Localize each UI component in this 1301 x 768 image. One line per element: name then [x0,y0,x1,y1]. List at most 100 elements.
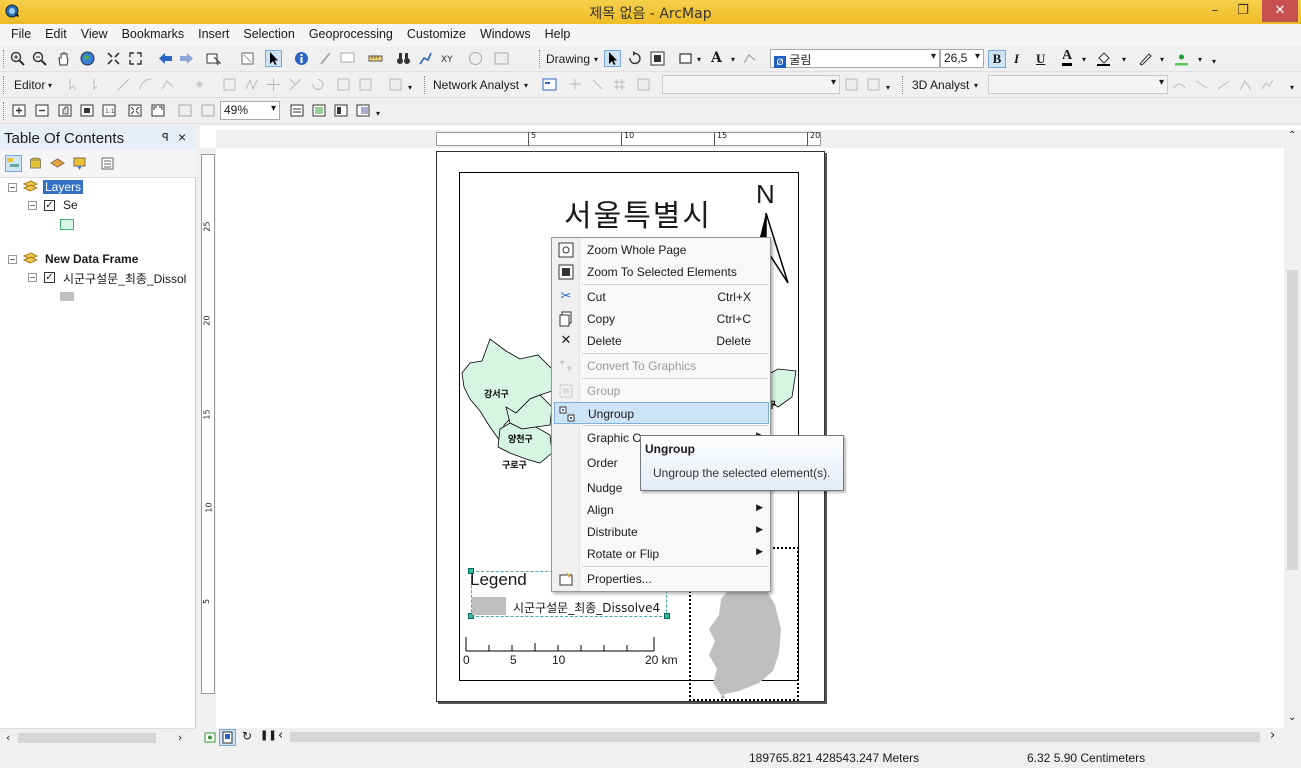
zoom-100-percent-icon[interactable]: 1:1 [102,103,117,118]
layer-symbol-swatch[interactable] [60,219,74,230]
toolbar-grip[interactable] [539,50,542,68]
rotate-icon[interactable] [627,51,642,66]
collapse-new-data-frame-icon[interactable]: − [8,255,17,264]
build-network-icon[interactable] [844,77,859,92]
profile-graph-icon[interactable] [1260,77,1275,92]
cut-polygons-icon[interactable] [266,77,281,92]
map-title-text[interactable]: 서울특별시 [564,191,712,235]
network-layer-select[interactable]: ▾ [662,75,840,94]
layer-symbol-swatch[interactable] [60,292,74,301]
endpoint-arc-icon[interactable] [138,77,153,92]
list-by-source-icon[interactable] [28,156,43,171]
layout-zoom-in-icon[interactable] [12,103,27,118]
pause-drawing-icon[interactable]: ❚❚ [260,730,277,741]
pin-icon[interactable]: ꟼ [162,131,169,144]
steepest-path-icon[interactable] [1194,77,1209,92]
marker-color-icon[interactable] [1174,51,1189,66]
menu-geoprocessing[interactable]: Geoprocessing [302,24,400,46]
toolbar-options-icon[interactable]: ▾ [886,83,890,92]
scale-bar[interactable] [465,635,655,655]
network-identify-icon[interactable] [866,77,881,92]
menu-item-convert-to-graphics[interactable]: Convert To Graphics [554,355,769,377]
text-tool-icon[interactable]: A [711,50,722,66]
toolbar-grip[interactable] [3,76,6,94]
list-by-selection-icon[interactable] [72,156,87,171]
line-of-sight-icon[interactable] [1216,77,1231,92]
reshape-feature-icon[interactable] [244,77,259,92]
menu-customize[interactable]: Customize [400,24,473,46]
3d-layer-select[interactable]: ▾ [988,75,1168,94]
bold-button[interactable]: B [988,50,1006,68]
scroll-left-icon[interactable]: ‹ [6,731,10,744]
menu-item-rotate-or-flip[interactable]: Rotate or Flip ▶ [554,543,769,565]
selection-handle[interactable] [664,613,670,619]
split-tool-icon[interactable] [288,77,303,92]
find-route-icon[interactable] [418,51,433,66]
layer-name-dissolve[interactable]: 시군구설문_최종_Dissol [63,270,191,287]
contour-icon[interactable] [1172,77,1187,92]
editor-menu[interactable]: Editor [14,78,45,92]
point-icon[interactable] [192,77,207,92]
hyperlink-icon[interactable] [318,51,333,66]
scroll-right-icon[interactable]: › [1270,728,1275,743]
clear-selection-icon[interactable] [240,51,255,66]
font-color-dropdown-arrow-icon[interactable]: ▾ [1082,55,1086,64]
fill-color-bucket-icon[interactable] [1096,51,1111,66]
layer-visibility-checkbox[interactable]: ✓ [44,272,55,283]
drawing-menu[interactable]: Drawing [546,52,590,66]
toolbar-options-icon[interactable]: ▾ [408,83,412,92]
edit-annotation-icon[interactable] [90,77,105,92]
menu-item-ungroup[interactable]: Ungroup [554,402,769,424]
edit-tool-icon[interactable] [66,77,81,92]
fixed-zoom-in-icon[interactable] [106,51,121,66]
back-arrow-icon[interactable] [158,51,173,66]
layer-visibility-checkbox[interactable]: ✓ [44,200,55,211]
line-color-pen-icon[interactable] [1138,51,1153,66]
data-frame-layers[interactable]: Layers [43,180,84,194]
zoom-to-selected-icon[interactable] [650,51,665,66]
toolbar-grip[interactable] [3,102,6,120]
menu-item-delete[interactable]: ✕ Delete Delete [554,330,769,352]
3d-analyst-dropdown-arrow-icon[interactable]: ▾ [974,81,978,90]
layer-name-se[interactable]: Se [63,198,78,212]
go-to-xy-icon[interactable]: XY [440,51,455,66]
select-move-location-icon[interactable] [590,77,605,92]
menu-item-distribute[interactable]: Distribute ▶ [554,521,769,543]
create-features-icon[interactable] [388,77,403,92]
marker-color-dropdown-arrow-icon[interactable]: ▾ [1198,55,1202,64]
full-extent-globe-icon[interactable] [80,51,95,66]
layout-pan-icon[interactable] [58,103,73,118]
select-elements-arrow-icon[interactable] [265,50,282,67]
pan-hand-icon[interactable] [56,51,71,66]
scroll-right-icon[interactable]: › [178,731,182,744]
toolbar-grip[interactable] [424,76,427,94]
toggle-draft-mode-icon[interactable] [290,103,305,118]
interpolate-point-icon[interactable] [1238,77,1253,92]
north-arrow-label[interactable]: N [756,179,775,210]
menu-item-group[interactable]: Group [554,380,769,402]
menu-view[interactable]: View [74,24,115,46]
toolbar-grip[interactable] [3,50,6,68]
identify-icon[interactable] [294,51,309,66]
menu-item-copy[interactable]: Copy Ctrl+C [554,308,769,330]
font-color-button[interactable]: A [1062,49,1073,66]
layout-vertical-scrollbar[interactable]: ⌃ ⌄ [1284,130,1301,728]
rotate-feature-icon[interactable] [310,77,325,92]
go-back-extent-icon[interactable] [178,103,193,118]
font-name-select[interactable]: Ø 굴림 ▾ [770,49,940,68]
maximize-button[interactable]: ❐ [1228,0,1258,22]
scroll-left-icon[interactable]: ‹ [278,728,283,743]
collapse-layers-icon[interactable]: − [8,183,17,192]
menu-file[interactable]: File [4,24,38,46]
create-viewer-icon[interactable] [494,51,509,66]
fixed-zoom-out-layout-icon[interactable] [151,103,166,118]
network-analyst-dropdown-arrow-icon[interactable]: ▾ [524,81,528,90]
select-elements-icon[interactable] [604,50,621,67]
toc-close-button[interactable]: × [178,129,186,145]
rectangle-tool-icon[interactable] [678,51,693,66]
scroll-up-icon[interactable]: ⌃ [1288,130,1296,141]
zoom-in-icon[interactable] [10,51,25,66]
select-features-icon[interactable] [206,51,221,66]
solve-grid-icon[interactable] [612,77,627,92]
menu-item-zoom-whole-page[interactable]: Zoom Whole Page [554,239,769,261]
